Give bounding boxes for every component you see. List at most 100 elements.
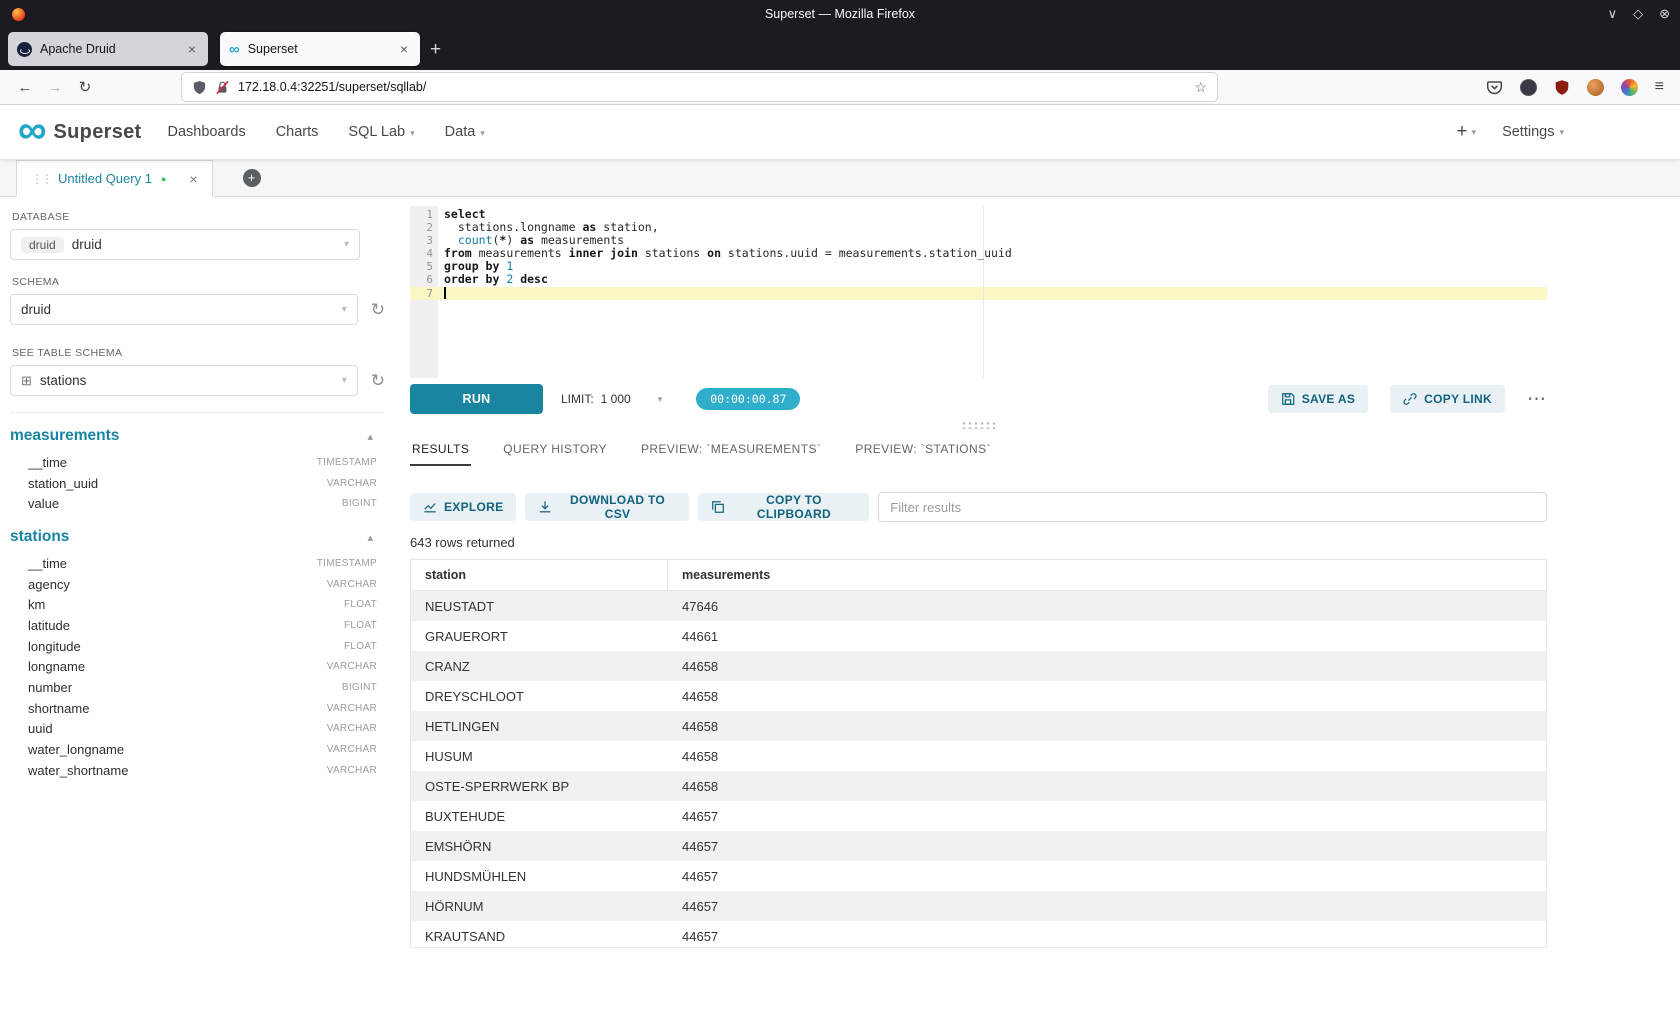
table-row[interactable]: HETLINGEN44658 [411, 711, 1546, 741]
editor-toolbar: RUN LIMIT: 1 000 ▾ 00:00:00.87 SAVE AS [410, 384, 1547, 414]
table-row[interactable]: OSTE-SPERRWERK BP44658 [411, 771, 1546, 801]
table-row[interactable]: GRAUERORT44661 [411, 621, 1546, 651]
brand-text: Superset [54, 121, 142, 144]
window-titlebar: Superset — Mozilla Firefox ∨ ◇ ⊗ [0, 0, 1680, 28]
table-row[interactable]: HÖRNUM44657 [411, 891, 1546, 921]
station-cell: HETLINGEN [411, 719, 668, 734]
refresh-schema-button[interactable]: ↻ [371, 301, 385, 318]
column-header-measurements[interactable]: measurements [668, 560, 1546, 590]
table-section-header[interactable]: stations ▴ [10, 528, 385, 546]
measurements-cell: 44657 [668, 809, 1546, 824]
tampermonkey-icon[interactable] [1587, 79, 1604, 96]
new-item-button[interactable]: + ▾ [1456, 121, 1476, 143]
more-options-icon[interactable]: ⋯ [1527, 388, 1547, 411]
browser-tabbar: Apache Druid × ∞ Superset × + [0, 28, 1680, 70]
station-cell: BUXTEHUDE [411, 809, 668, 824]
settings-menu[interactable]: Settings ▾ [1502, 124, 1564, 140]
nav-item-data[interactable]: Data▾ [445, 124, 485, 140]
column-name: longname [28, 659, 85, 674]
schema-select[interactable]: druid ▾ [10, 294, 358, 325]
column-type: VARCHAR [327, 661, 377, 672]
ublock-icon[interactable] [1554, 79, 1570, 96]
sql-editor[interactable]: 1234567 select stations.longname as stat… [410, 206, 1547, 378]
results-actions: EXPLORE DOWNLOAD TO CSV COPY TO CLIPBOAR… [410, 492, 1547, 522]
table-row[interactable]: EMSHÖRN44657 [411, 831, 1546, 861]
save-as-button[interactable]: SAVE AS [1268, 385, 1368, 413]
schema-value: druid [21, 302, 51, 317]
table-row[interactable]: BUXTEHUDE44657 [411, 801, 1546, 831]
table-row[interactable]: NEUSTADT47646 [411, 591, 1546, 621]
column-row: agencyVARCHAR [10, 574, 385, 595]
insecure-lock-icon[interactable] [215, 80, 230, 95]
collapse-icon[interactable]: ▴ [367, 430, 373, 443]
query-tab-active[interactable]: ⋮⋮ Untitled Query 1 ● × [16, 160, 213, 197]
column-name: water_longname [28, 742, 124, 757]
account-extension-icon[interactable] [1520, 79, 1537, 96]
database-select[interactable]: druid druid ▾ [10, 229, 360, 260]
limit-dropdown[interactable]: LIMIT: 1 000 ▾ [561, 392, 662, 406]
copy-clipboard-button[interactable]: COPY TO CLIPBOARD [698, 493, 870, 521]
filter-results-input[interactable] [878, 492, 1547, 522]
run-button[interactable]: RUN [410, 384, 543, 414]
pane-resize-handle[interactable] [410, 414, 1547, 436]
table-row[interactable]: KRAUTSAND44657 [411, 921, 1546, 948]
table-select[interactable]: ⊞ stations ▾ [10, 365, 358, 396]
schema-label: SCHEMA [12, 276, 385, 288]
tab-close-icon[interactable]: × [397, 41, 411, 57]
add-query-tab-button[interactable]: + [243, 169, 261, 187]
table-row[interactable]: HUSUM44658 [411, 741, 1546, 771]
column-header-station[interactable]: station [411, 560, 668, 590]
browser-tab-druid[interactable]: Apache Druid × [8, 32, 208, 66]
window-close-icon[interactable]: ⊗ [1659, 6, 1670, 22]
table-row[interactable]: DREYSCHLOOT44658 [411, 681, 1546, 711]
window-restore-icon[interactable]: ◇ [1633, 6, 1643, 22]
copy-link-label: COPY LINK [1424, 392, 1492, 406]
bookmark-star-icon[interactable]: ☆ [1194, 79, 1207, 96]
row-count-text: 643 rows returned [410, 535, 1547, 550]
column-row: water_longname VARCHAR [10, 739, 385, 760]
url-text[interactable]: 172.18.0.4:32251/superset/sqllab/ [238, 80, 1186, 94]
tab-close-icon[interactable]: × [185, 41, 199, 57]
measurements-cell: 44658 [668, 749, 1546, 764]
database-value: druid [72, 237, 102, 252]
extension-pinwheel-icon[interactable] [1621, 79, 1638, 96]
table-row[interactable]: CRANZ44658 [411, 651, 1546, 681]
column-row: valueBIGINT [10, 493, 385, 514]
table-grid-icon: ⊞ [21, 373, 32, 389]
drag-handle-icon[interactable]: ⋮⋮ [31, 172, 51, 186]
caret-down-icon: ▾ [480, 128, 485, 139]
copy-clipboard-label: COPY TO CLIPBOARD [732, 493, 857, 521]
nav-item-dashboards[interactable]: Dashboards [168, 124, 246, 140]
column-type: VARCHAR [327, 723, 377, 734]
superset-logo[interactable]: ∞ Superset [18, 121, 142, 144]
browser-tab-superset[interactable]: ∞ Superset × [220, 32, 420, 66]
refresh-table-button[interactable]: ↻ [371, 372, 385, 389]
menu-icon[interactable]: ≡ [1655, 78, 1664, 96]
new-tab-button[interactable]: + [430, 39, 441, 61]
results-tab-query-history[interactable]: QUERY HISTORY [501, 436, 609, 466]
column-type: TIMESTAMP [317, 457, 377, 468]
download-csv-button[interactable]: DOWNLOAD TO CSV [525, 493, 688, 521]
explore-button[interactable]: EXPLORE [410, 493, 516, 521]
shield-icon[interactable] [192, 80, 207, 95]
url-bar[interactable]: 172.18.0.4:32251/superset/sqllab/ ☆ [182, 73, 1217, 101]
column-type: VARCHAR [327, 744, 377, 755]
results-tab-preview-stations[interactable]: PREVIEW: `STATIONS` [853, 436, 993, 466]
table-section-header[interactable]: measurements▴ [10, 427, 385, 445]
query-tab-close-icon[interactable]: × [189, 171, 197, 187]
table-row[interactable]: HUNDSMÜHLEN44657 [411, 861, 1546, 891]
reload-icon[interactable]: ↻ [70, 78, 100, 96]
nav-item-charts[interactable]: Charts [276, 124, 319, 140]
chevron-down-icon: ▾ [342, 304, 347, 315]
copy-link-button[interactable]: COPY LINK [1390, 385, 1505, 413]
window-minimize-icon[interactable]: ∨ [1608, 6, 1618, 22]
collapse-icon[interactable]: ▴ [367, 531, 373, 544]
nav-item-sql-lab[interactable]: SQL Lab▾ [348, 124, 414, 140]
download-csv-label: DOWNLOAD TO CSV [559, 493, 675, 521]
back-icon[interactable]: ← [10, 79, 40, 96]
pocket-icon[interactable] [1486, 79, 1503, 96]
results-tab-results[interactable]: RESULTS [410, 436, 471, 466]
results-tab-preview-measurements[interactable]: PREVIEW: `MEASUREMENTS` [639, 436, 823, 466]
table-name: stations [10, 528, 69, 546]
column-name: km [28, 597, 45, 612]
